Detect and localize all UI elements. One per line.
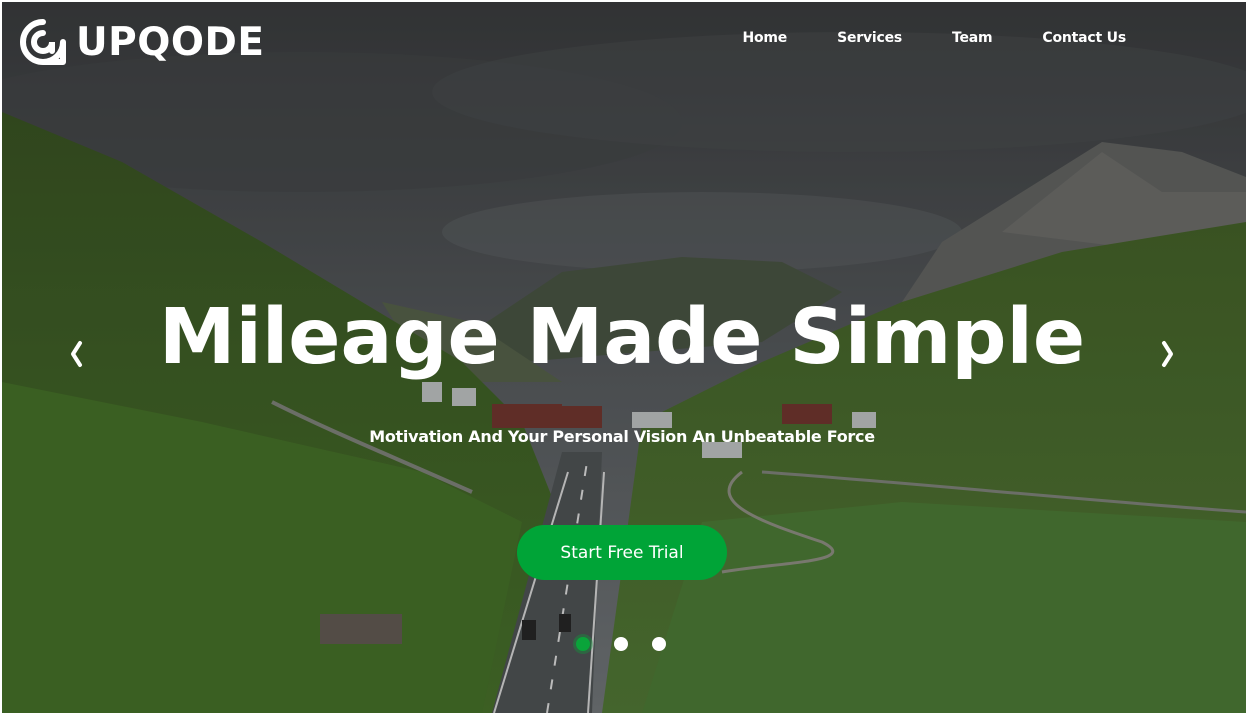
brand-name: UPQODE	[76, 19, 265, 65]
nav-item-services[interactable]: Services	[837, 30, 902, 46]
slider-dot-1[interactable]	[576, 637, 590, 651]
slider-dot-3[interactable]	[652, 637, 666, 651]
nav-item-contact-us[interactable]: Contact Us	[1042, 30, 1126, 46]
upqode-q-icon	[20, 19, 66, 65]
nav-item-team[interactable]: Team	[952, 30, 993, 46]
brand-logo[interactable]: UPQODE	[20, 14, 265, 70]
slider-pagination	[576, 637, 666, 651]
hero-subtitle: Motivation And Your Personal Vision An U…	[369, 427, 875, 446]
start-free-trial-button[interactable]: Start Free Trial	[517, 525, 727, 580]
main-nav: Home Services Team Contact Us	[742, 30, 1126, 46]
hero-title: Mileage Made Simple	[158, 293, 1086, 382]
slider-dot-2[interactable]	[614, 637, 628, 651]
nav-item-home[interactable]: Home	[742, 30, 787, 46]
